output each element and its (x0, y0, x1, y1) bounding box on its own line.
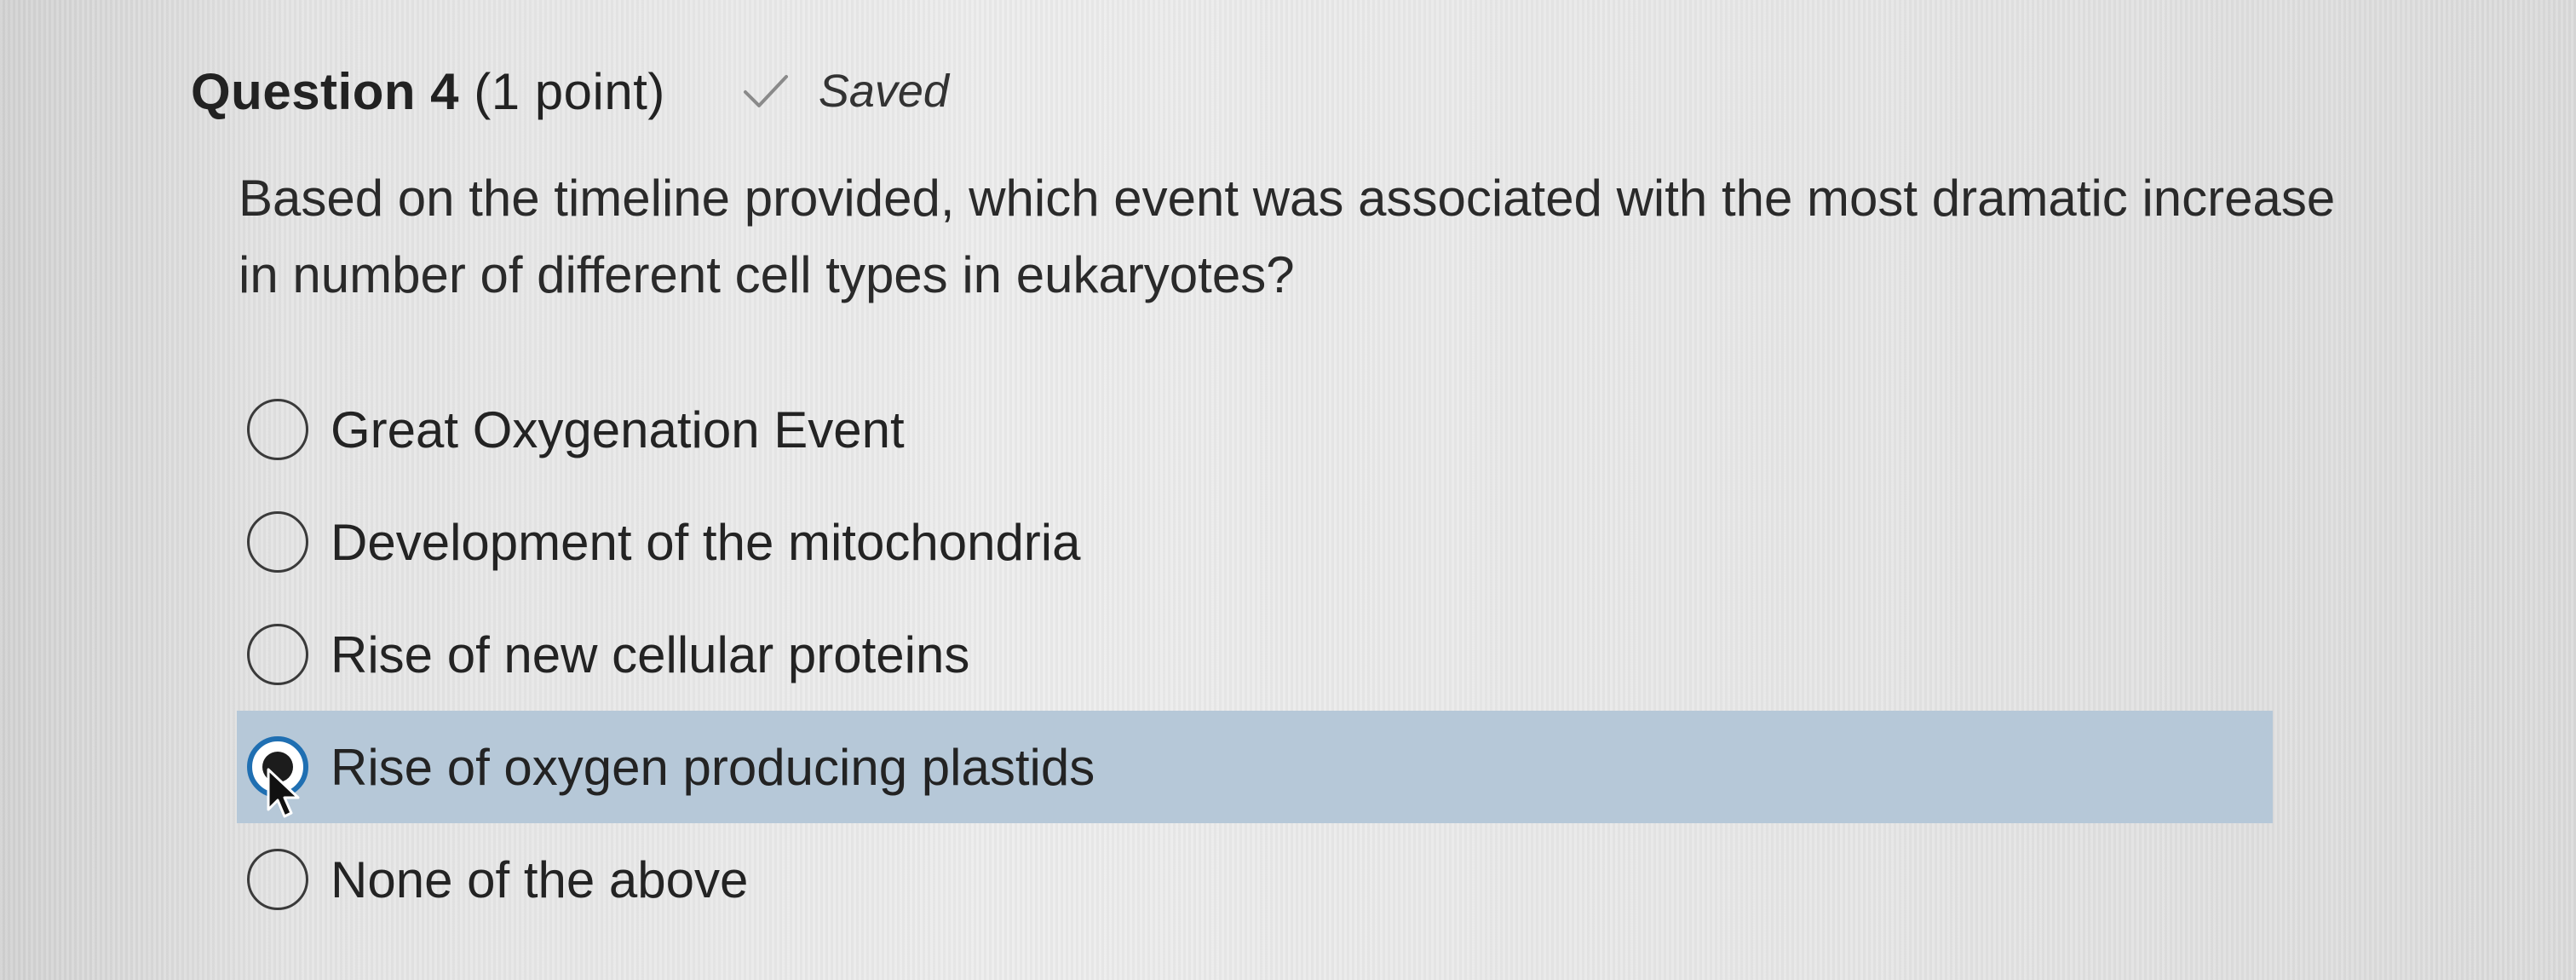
save-status: Saved (742, 65, 949, 118)
radio-button[interactable] (247, 849, 308, 910)
radio-button[interactable] (247, 399, 308, 460)
radio-button[interactable] (247, 511, 308, 573)
mouse-cursor-icon (267, 768, 300, 818)
question-header: Question 4 (1 point) Saved (191, 53, 949, 130)
answer-options: Great Oxygenation Event Development of t… (237, 373, 2273, 936)
question-text: Based on the timeline provided, which ev… (239, 170, 2336, 303)
question-title: Question 4 (1 point) (191, 62, 665, 121)
question-number: Question 4 (191, 62, 460, 120)
option-none-of-the-above[interactable]: None of the above (237, 823, 2273, 936)
option-label: Rise of new cellular proteins (331, 625, 970, 683)
option-rise-of-new-cellular-proteins[interactable]: Rise of new cellular proteins (237, 598, 2273, 711)
option-development-of-mitochondria[interactable]: Development of the mitochondria (237, 486, 2273, 598)
option-rise-of-oxygen-producing-plastids[interactable]: Rise of oxygen producing plastids (237, 711, 2273, 823)
saved-status-text: Saved (818, 66, 949, 117)
option-great-oxygenation-event[interactable]: Great Oxygenation Event (237, 373, 2273, 486)
option-label: Great Oxygenation Event (331, 401, 905, 458)
option-label: Rise of oxygen producing plastids (331, 738, 1095, 796)
option-label: None of the above (331, 850, 749, 908)
checkmark-icon (743, 75, 788, 107)
radio-button[interactable] (247, 624, 308, 685)
option-label: Development of the mitochondria (331, 513, 1081, 571)
question-points: (1 point) (474, 62, 665, 120)
